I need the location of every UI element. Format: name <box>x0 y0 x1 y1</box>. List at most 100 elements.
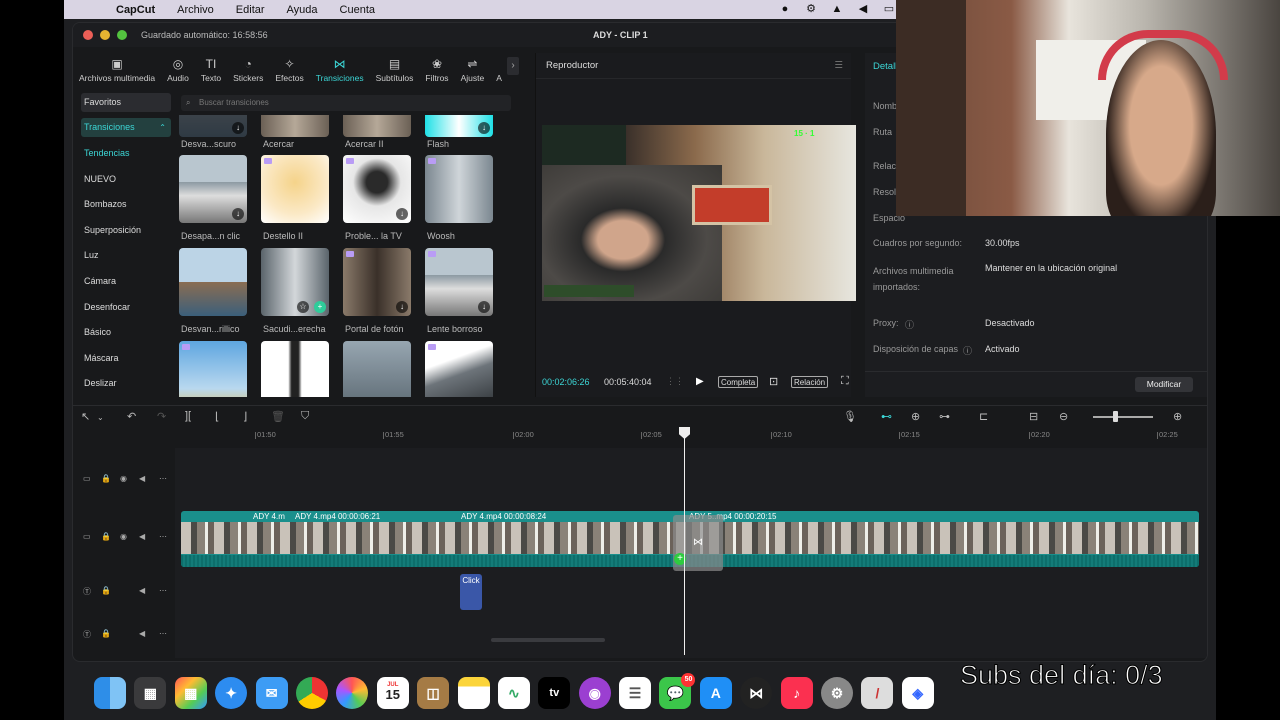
menu-ayuda[interactable]: Ayuda <box>287 4 318 16</box>
mute-icon[interactable]: ◀ <box>139 474 145 483</box>
menu-app-name[interactable]: CapCut <box>116 4 155 16</box>
fullscreen-icon[interactable]: ⛶ <box>841 375 849 388</box>
finder-icon[interactable] <box>94 677 126 709</box>
undo-icon[interactable]: ↶ <box>127 410 136 423</box>
timeline-scrollbar[interactable] <box>491 638 605 642</box>
transition-thumb[interactable] <box>179 248 247 316</box>
zoom-slider-track[interactable] <box>1093 416 1153 418</box>
transition-thumb[interactable] <box>261 341 329 397</box>
tool-audio[interactable]: ◎ Audio <box>161 57 195 83</box>
menu-icon[interactable]: ☰ <box>834 53 843 79</box>
nav-transiciones[interactable]: Transiciones ⌃ <box>81 118 171 137</box>
microphone-icon[interactable]: 🎙 <box>843 410 857 423</box>
transition-thumb[interactable]: ☆ + <box>261 248 329 316</box>
lock-icon[interactable]: 🔒 <box>101 532 111 541</box>
trim-left-icon[interactable]: ⌊ <box>215 410 219 423</box>
mute-icon[interactable]: ◀ <box>139 629 145 638</box>
transition-thumb[interactable] <box>425 155 493 223</box>
nav-favoritos[interactable]: Favoritos <box>81 93 171 112</box>
zoom-out-icon[interactable]: ⊖ <box>1059 410 1068 423</box>
zoom-button[interactable] <box>117 30 127 40</box>
transition-thumb[interactable]: ↓ <box>425 248 493 316</box>
transition-thumb[interactable] <box>179 341 247 397</box>
select-tool-icon[interactable]: ↖ <box>81 410 90 423</box>
transition-thumb[interactable]: ↓ <box>179 155 247 223</box>
nav-superposicion[interactable]: Superposición <box>81 218 171 244</box>
lock-icon[interactable]: 🔒 <box>101 474 111 483</box>
zoom-slider-handle[interactable] <box>1113 411 1118 422</box>
transition-thumb[interactable] <box>261 115 329 137</box>
chevron-down-icon[interactable]: ⌄ <box>97 413 104 422</box>
preview-axis-icon[interactable]: ⊏ <box>979 410 988 423</box>
screenshot-icon[interactable]: ⊡ <box>769 375 778 388</box>
lock-icon[interactable]: 🔒 <box>101 629 111 638</box>
tool-transiciones[interactable]: ⋈ Transiciones <box>310 57 370 83</box>
info-icon[interactable]: ⓘ <box>963 344 972 357</box>
track-thumbnail-icon[interactable]: ▭ <box>83 474 91 483</box>
close-button[interactable] <box>83 30 93 40</box>
nav-camara[interactable]: Cámara <box>81 269 171 295</box>
zoom-in-icon[interactable]: ⊕ <box>1173 410 1182 423</box>
shield-icon[interactable]: ⛉ <box>301 410 309 423</box>
more-options-icon[interactable]: ⋯ <box>159 532 167 541</box>
app-store-icon[interactable]: A <box>699 677 732 709</box>
music-icon[interactable]: ♪ <box>780 677 813 709</box>
caption-icon[interactable]: ⊟ <box>1029 410 1038 423</box>
transition-thumb[interactable] <box>261 155 329 223</box>
time-ruler[interactable]: 01:50 01:55 02:00 02:05 02:10 02:15 02:2… <box>175 428 1207 442</box>
more-options-icon[interactable]: ⋯ <box>159 586 167 595</box>
notes-icon[interactable] <box>457 677 490 709</box>
delete-icon[interactable]: 🗑 <box>271 410 285 423</box>
text-track-icon[interactable]: Ⓣ <box>83 629 91 640</box>
nav-mascara[interactable]: Máscara <box>81 346 171 372</box>
nav-desenfocar[interactable]: Desenfocar <box>81 295 171 321</box>
redo-icon[interactable]: ↷ <box>157 410 166 423</box>
nav-tendencias[interactable]: Tendencias <box>81 141 171 167</box>
full-quality-button[interactable]: Completa <box>718 376 759 388</box>
chrome-icon[interactable] <box>295 677 328 709</box>
launchpad-icon[interactable]: ▦ <box>174 677 207 709</box>
tool-truncated[interactable]: A <box>490 57 508 83</box>
mail-icon[interactable]: ✉ <box>255 677 288 709</box>
transition-thumb[interactable] <box>425 341 493 397</box>
play-button[interactable]: ▶ <box>696 376 704 387</box>
track-thumbnail-icon[interactable]: ▭ <box>83 532 91 541</box>
text-track-icon[interactable]: Ⓣ <box>83 586 91 597</box>
transition-thumb[interactable]: ↓ <box>343 155 411 223</box>
mute-icon[interactable]: ◀ <box>139 532 145 541</box>
messages-icon[interactable]: 💬 50 <box>659 673 696 709</box>
search-input[interactable]: ⌕ Buscar transiciones <box>181 95 511 111</box>
tool-subtitulos[interactable]: ▤ Subtítulos <box>370 57 420 83</box>
gear-icon[interactable]: ⚙ <box>804 2 818 16</box>
transition-thumb[interactable] <box>343 115 411 137</box>
transition-thumb[interactable] <box>343 341 411 397</box>
lock-icon[interactable]: 🔒 <box>101 586 111 595</box>
info-icon[interactable]: ⓘ <box>905 318 914 331</box>
split-icon[interactable]: ][ <box>185 410 191 422</box>
nav-bombazos[interactable]: Bombazos <box>81 192 171 218</box>
tool-texto[interactable]: TI Texto <box>195 57 227 83</box>
menu-editar[interactable]: Editar <box>236 4 265 16</box>
record-icon[interactable]: ● <box>778 2 792 16</box>
video-preview[interactable]: 15 · 1 <box>542 125 856 301</box>
reminders-icon[interactable]: ☰ <box>619 677 652 709</box>
capcut-dock-icon[interactable]: ⋈ <box>740 677 773 709</box>
contacts-icon[interactable]: ◫ <box>417 677 450 709</box>
tool-filtros[interactable]: ❀ Filtros <box>419 57 454 83</box>
sharing-icon[interactable]: ▲ <box>830 2 844 16</box>
menu-archivo[interactable]: Archivo <box>177 4 214 16</box>
podcasts-icon[interactable]: ◉ <box>578 677 611 709</box>
nav-luz[interactable]: Luz <box>81 243 171 269</box>
toolbar-scroll-right-button[interactable]: › <box>507 57 519 75</box>
minimize-button[interactable] <box>100 30 110 40</box>
calculator-icon[interactable]: ▦ <box>134 677 167 709</box>
nav-nuevo[interactable]: NUEVO <box>81 167 171 193</box>
modificar-button[interactable]: Modificar <box>1135 377 1193 392</box>
safari-icon[interactable]: ✦ <box>215 677 248 709</box>
timeline-view-icon[interactable]: ⋮⋮ <box>666 376 684 387</box>
transition-thumb[interactable]: ↓ <box>425 115 493 137</box>
freeform-icon[interactable]: ∿ <box>497 677 530 709</box>
dashboard-icon[interactable]: ◈ <box>901 677 934 709</box>
calendar-icon[interactable]: JUL 15 <box>376 677 409 709</box>
tool-efectos[interactable]: ✧ Efectos <box>269 57 309 83</box>
